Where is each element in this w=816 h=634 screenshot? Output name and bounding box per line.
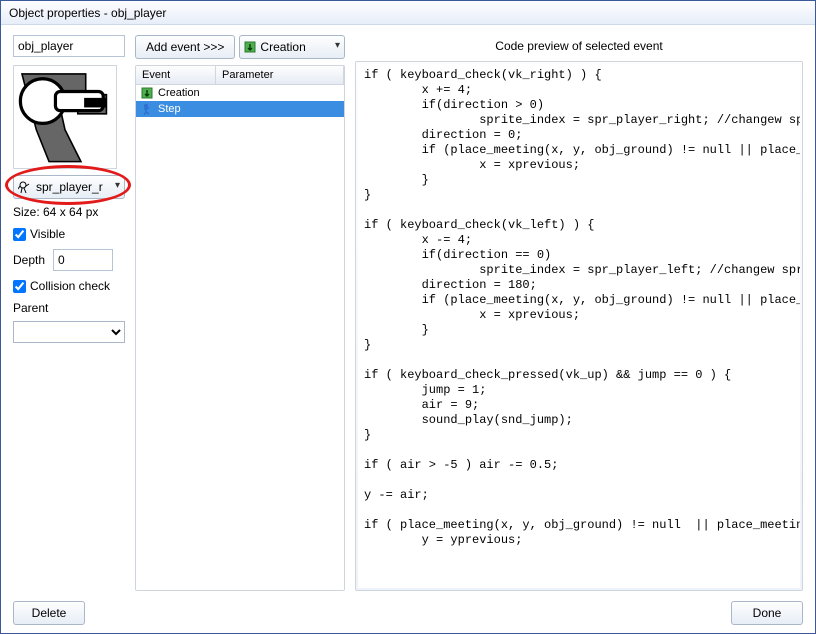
event-row-label: Step [158,103,181,115]
event-col-header[interactable]: Event [136,66,216,84]
code-panel: if ( keyboard_check(vk_right) ) { x += 4… [355,61,803,591]
event-row-step[interactable]: Step [136,101,344,117]
footer: Delete Done [13,591,803,625]
code-preview-title: Code preview of selected event [355,35,803,61]
sprite-select[interactable]: spr_player_r [13,175,125,199]
visible-checkbox-row[interactable]: Visible [13,227,125,241]
depth-input[interactable] [53,249,113,271]
parent-select[interactable] [13,321,125,343]
collision-checkbox[interactable] [13,280,26,293]
code-panel-container: Code preview of selected event if ( keyb… [355,35,803,591]
delete-button[interactable]: Delete [13,601,85,625]
window-title: Object properties - obj_player [9,6,166,20]
collision-label: Collision check [30,279,110,293]
window-titlebar: Object properties - obj_player [1,1,815,25]
collision-checkbox-row[interactable]: Collision check [13,279,125,293]
event-row-creation[interactable]: Creation [136,85,344,101]
creation-event-icon [140,86,154,100]
parent-label: Parent [13,301,125,315]
window-content: spr_player_r Size: 64 x 64 px Visible De… [1,25,815,633]
left-panel: spr_player_r Size: 64 x 64 px Visible De… [13,35,125,591]
add-event-button[interactable]: Add event >>> [135,35,235,59]
visible-checkbox[interactable] [13,228,26,241]
object-properties-window: Object properties - obj_player [0,0,816,634]
code-scroll[interactable]: if ( keyboard_check(vk_right) ) { x += 4… [358,64,800,588]
sprite-icon [18,180,32,194]
step-event-icon [140,102,154,116]
visible-label: Visible [30,227,65,241]
sprite-size-text: Size: 64 x 64 px [13,205,125,219]
code-text[interactable]: if ( keyboard_check(vk_right) ) { x += 4… [358,64,800,552]
middle-panel: Add event >>> Creation Event [135,35,345,591]
event-type-select[interactable]: Creation [239,35,345,59]
sprite-preview [13,65,117,169]
depth-label: Depth [13,253,45,267]
creation-icon [244,41,256,53]
event-panel: Event Parameter Creation [135,65,345,591]
object-name-input[interactable] [13,35,125,57]
event-table-header: Event Parameter [136,66,344,85]
sprite-select-label: spr_player_r [36,180,103,194]
parameter-col-header[interactable]: Parameter [216,66,344,84]
event-type-label: Creation [260,40,305,54]
done-button[interactable]: Done [731,601,803,625]
event-row-label: Creation [158,87,200,99]
event-list: Creation [136,85,344,590]
